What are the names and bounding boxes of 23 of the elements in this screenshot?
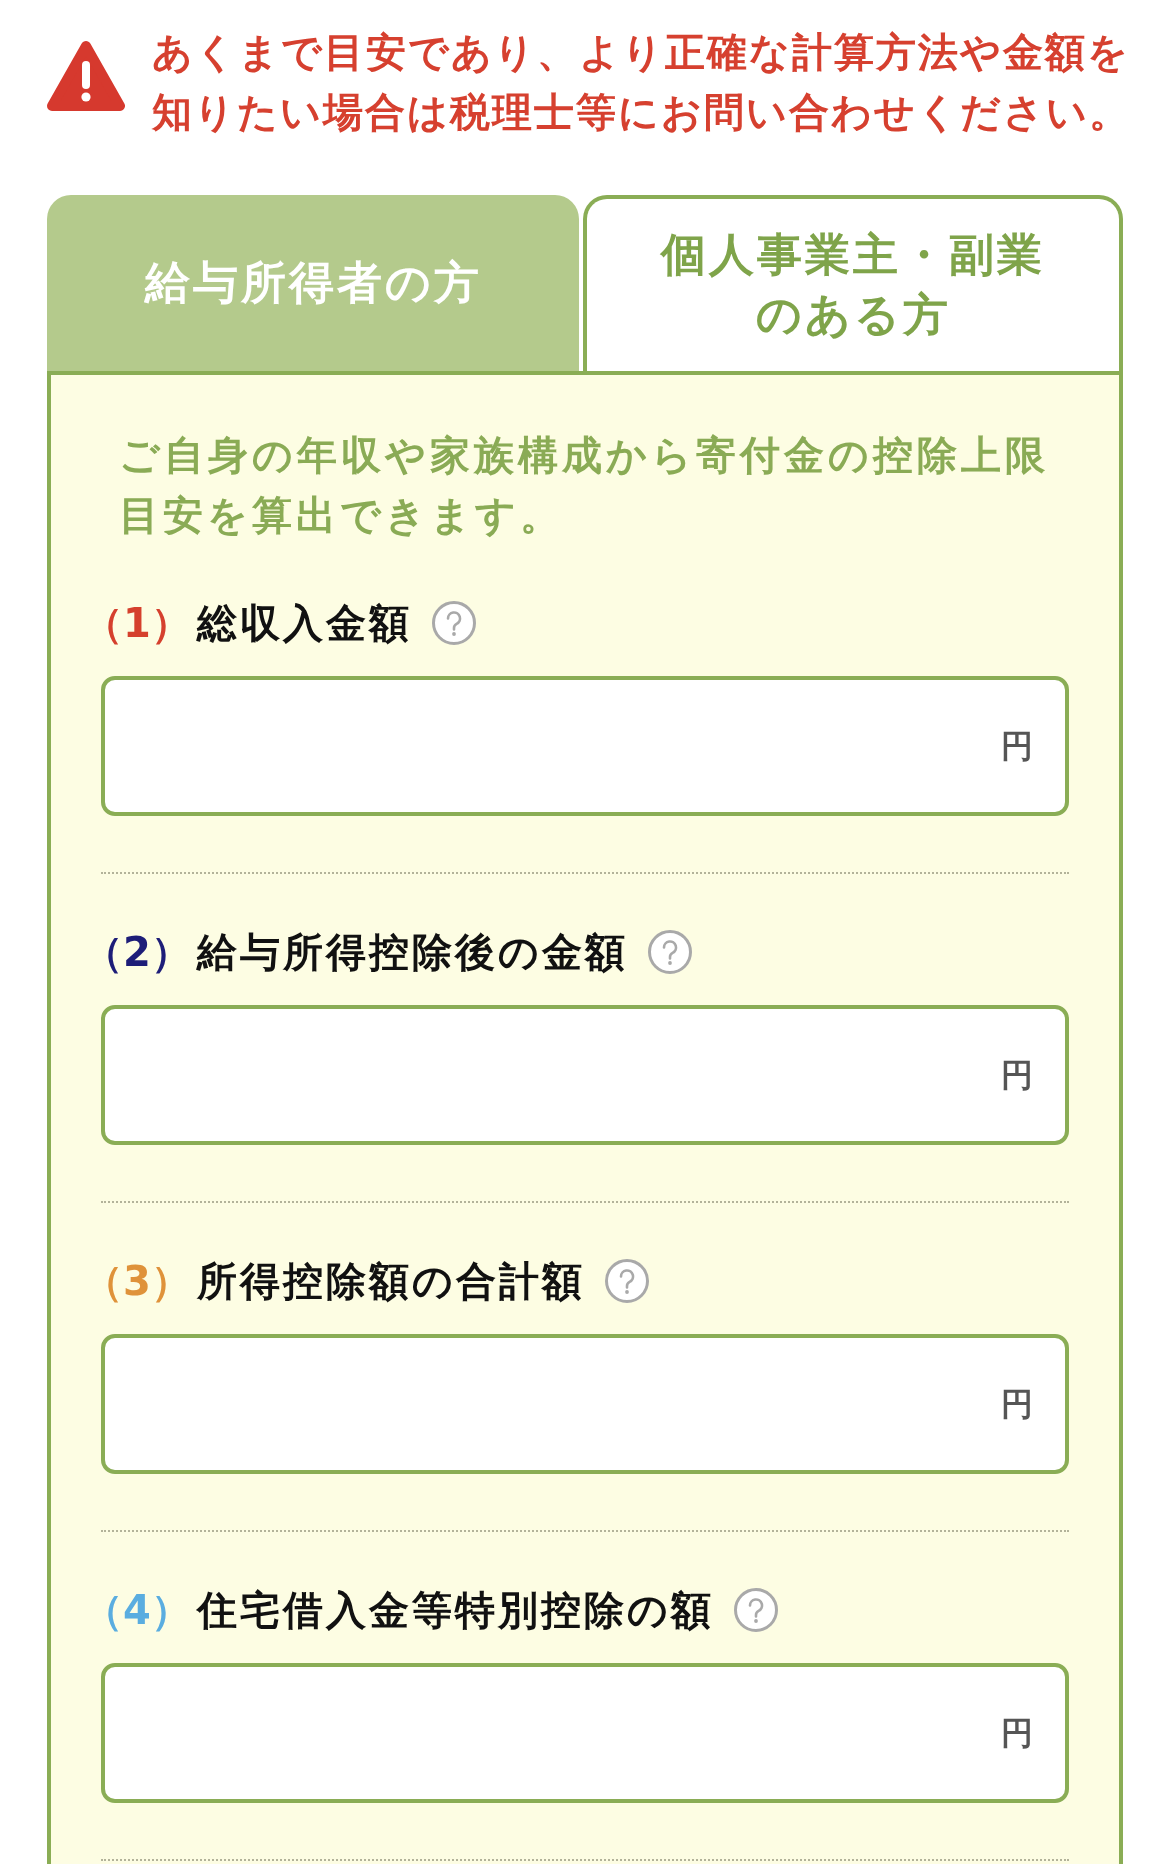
field-label: 総収入金額 — [196, 599, 412, 648]
item-number: （4） — [83, 1586, 191, 1635]
field-label: 給与所得控除後の金額 — [196, 928, 628, 977]
help-icon[interactable] — [604, 1259, 649, 1303]
field-label: 住宅借入金等特別控除の額 — [196, 1586, 714, 1635]
amount-input[interactable]: 円 — [101, 1663, 1069, 1803]
intro-text: ご自身の年収や家族構成から寄付金の控除上限目安を算出できます。 — [119, 431, 1050, 540]
item-number: （1） — [83, 599, 191, 648]
field-label: 所得控除額の合計額 — [196, 1257, 585, 1306]
item-number: （2） — [83, 928, 191, 977]
help-icon[interactable] — [733, 1588, 778, 1632]
unit-label: 円 — [1001, 1384, 1033, 1425]
amount-input[interactable]: 円 — [101, 676, 1069, 816]
amount-input[interactable]: 円 — [101, 1334, 1069, 1474]
warning-icon — [47, 39, 125, 113]
item-number: （3） — [83, 1257, 191, 1306]
help-icon[interactable] — [431, 601, 476, 645]
unit-label: 円 — [1001, 1713, 1033, 1754]
help-icon[interactable] — [647, 930, 692, 974]
warning-text: あくまで目安であり、より正確な計算方法や金額を知りたい場合は税理士等にお問い合わせください。 — [152, 28, 1132, 137]
amount-input[interactable]: 円 — [101, 1005, 1069, 1145]
unit-label: 円 — [1001, 726, 1033, 767]
unit-label: 円 — [1001, 1055, 1033, 1096]
